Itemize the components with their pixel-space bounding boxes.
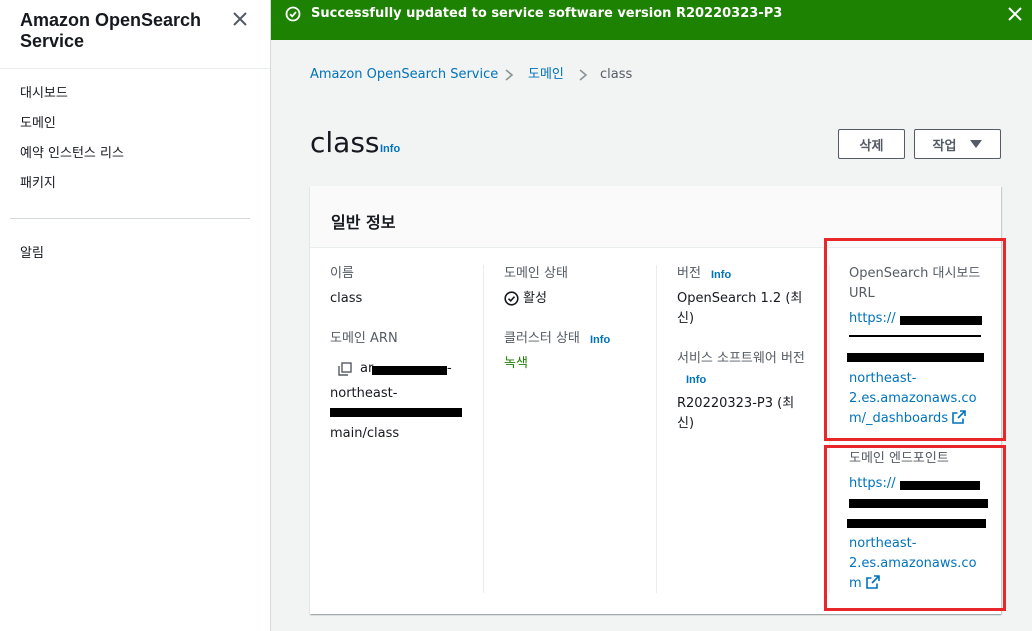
status-check-icon: [504, 291, 519, 306]
version-label: 버전: [677, 266, 701, 281]
highlight-box-dashboard-url: [824, 238, 1006, 441]
close-icon[interactable]: [231, 10, 249, 28]
delete-button-label: 삭제: [859, 138, 884, 154]
arn-value-line4: main/class: [330, 426, 400, 441]
redaction-bar: [372, 366, 447, 375]
caret-down-icon: [970, 140, 983, 148]
success-check-icon: [285, 6, 301, 22]
cluster-health-value: 녹색: [504, 356, 528, 371]
sidebar-item-domains[interactable]: 도메인: [20, 115, 56, 133]
software-version-line2: 신): [677, 416, 695, 431]
software-version-label: 서비스 소프트웨어 버전: [677, 351, 805, 366]
version-value-line2: 신): [677, 311, 695, 326]
sidebar-item-packages[interactable]: 패키지: [20, 175, 56, 193]
arn-hyphen: -: [447, 361, 452, 376]
sidebar-item-dashboard[interactable]: 대시보드: [20, 85, 68, 103]
highlight-box-endpoint: [824, 445, 1006, 611]
actions-dropdown-button[interactable]: 작업: [914, 129, 1001, 159]
cluster-health-label: 클러스터 상태: [504, 331, 580, 346]
success-flash-banner: Successfully updated to service software…: [271, 0, 1032, 40]
chevron-right-icon: [579, 69, 588, 81]
name-label: 이름: [330, 266, 354, 281]
copy-icon[interactable]: [338, 362, 352, 376]
software-version-line1: R20220323-P3 (최: [677, 396, 795, 411]
sidebar-header-divider: [0, 68, 270, 69]
delete-button[interactable]: 삭제: [838, 129, 905, 159]
domain-status-value: 활성: [523, 291, 547, 306]
sidebar-title[interactable]: Amazon OpenSearch Service: [20, 10, 220, 52]
sidebar-divider: [10, 218, 250, 219]
sidebar-item-reserved-instances[interactable]: 예약 인스턴스 리스: [20, 145, 124, 163]
version-info-link[interactable]: Info: [711, 269, 731, 281]
actions-button-label: 작업: [932, 138, 957, 154]
redaction-bar: [330, 408, 462, 417]
software-info-link[interactable]: Info: [686, 374, 706, 386]
version-value-line1: OpenSearch 1.2 (최: [677, 291, 803, 306]
arn-label: 도메인 ARN: [330, 331, 398, 346]
breadcrumb-current: class: [600, 67, 633, 82]
sidebar: Amazon OpenSearch Service 대시보드 도메인 예약 인스…: [0, 0, 271, 631]
name-value: class: [330, 291, 363, 306]
column-divider: [656, 265, 657, 593]
panel-title: 일반 정보: [331, 213, 396, 232]
flash-message: Successfully updated to service software…: [311, 6, 783, 21]
page-title: class: [310, 126, 380, 159]
arn-value-line2: northeast-: [330, 386, 398, 401]
column-divider: [483, 265, 484, 593]
domain-status-label: 도메인 상태: [504, 266, 568, 281]
dismiss-flash-icon[interactable]: [1007, 6, 1023, 22]
sidebar-item-notifications[interactable]: 알림: [20, 245, 44, 263]
chevron-right-icon: [505, 69, 514, 81]
title-info-link[interactable]: Info: [380, 143, 400, 155]
cluster-health-info-link[interactable]: Info: [590, 334, 610, 346]
breadcrumb-domains[interactable]: 도메인: [528, 66, 564, 84]
breadcrumb-service[interactable]: Amazon OpenSearch Service: [310, 66, 498, 84]
